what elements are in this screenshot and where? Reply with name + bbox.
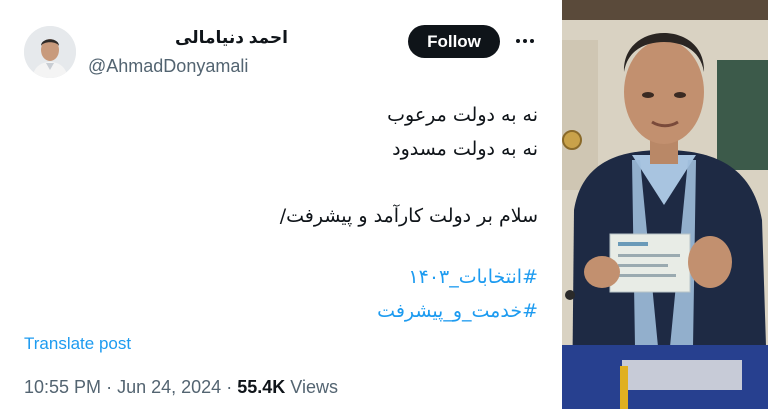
follow-button[interactable]: Follow (408, 25, 500, 58)
more-dot (516, 39, 520, 43)
more-dot (530, 39, 534, 43)
author-handle[interactable]: @AhmadDonyamali (88, 56, 248, 77)
views-label: Views (290, 377, 338, 397)
tweet-date[interactable]: Jun 24, 2024 (117, 377, 221, 397)
tweet-text-line: نه به دولت مرعوب (387, 104, 538, 126)
tweet-card: احمد دنیامالی @AhmadDonyamali Follow نه … (0, 0, 562, 409)
translate-post-link[interactable]: Translate post (24, 334, 131, 354)
tweet-text-line: نه به دولت مسدود (392, 138, 538, 160)
meta-separator: · (106, 377, 113, 397)
views-count: 55.4K (237, 377, 286, 397)
author-avatar[interactable] (24, 26, 76, 78)
meta-separator: · (226, 377, 233, 397)
hashtag-link[interactable]: #انتخابات_۱۴۰۳ (408, 266, 538, 288)
man-holding-ballot-photo (562, 0, 768, 409)
tweet-photo[interactable] (562, 0, 768, 409)
tweet-metadata: 10:55 PM · Jun 24, 2024 · 55.4K Views (24, 377, 338, 398)
hashtag-link[interactable]: #خدمت_و_پیشرفت (377, 300, 538, 322)
tweet-time[interactable]: 10:55 PM (24, 377, 101, 397)
more-dot (523, 39, 527, 43)
tweet-text-line: سلام بر دولت کارآمد و پیشرفت/ (279, 205, 538, 227)
author-display-name[interactable]: احمد دنیامالی (88, 28, 288, 48)
more-options-icon[interactable] (512, 30, 538, 52)
person-avatar-icon (24, 26, 76, 78)
